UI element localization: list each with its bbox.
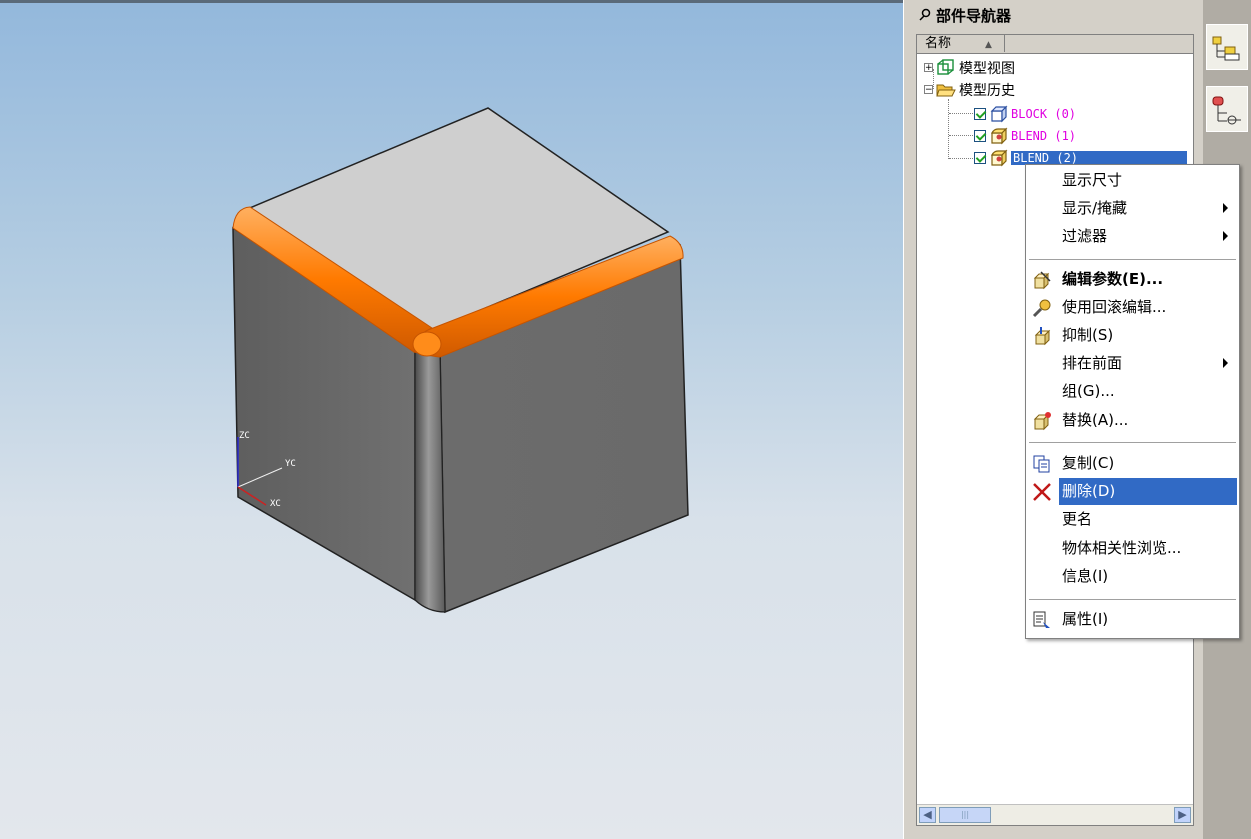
vertical-blend-edge[interactable]	[414, 344, 446, 613]
tree-node-model-views[interactable]: + 模型视图	[924, 57, 1015, 78]
menu-item-suppress[interactable]: 抑制(S)	[1029, 322, 1236, 349]
zc-axis-label: ZC	[239, 431, 250, 441]
rollback-edit-icon	[1032, 298, 1052, 318]
navigator-title-text: 部件导航器	[936, 6, 1012, 25]
menu-label: 复制(C)	[1062, 454, 1115, 472]
menu-item-properties[interactable]: 属性(I)	[1029, 606, 1236, 633]
yc-axis-label: YC	[285, 459, 296, 469]
delete-icon	[1032, 482, 1052, 502]
tree-label-model-history: 模型历史	[959, 82, 1015, 99]
menu-item-copy[interactable]: 复制(C)	[1029, 450, 1236, 477]
part-navigator-icon	[1212, 36, 1240, 61]
graphics-viewport[interactable]: ZC YC XC	[0, 0, 903, 839]
tree-line	[949, 158, 973, 159]
menu-label: 删除(D)	[1059, 478, 1237, 505]
tree-column-header: 名称 ▲	[917, 35, 1193, 54]
menu-label: 组(G)...	[1062, 382, 1115, 400]
tree-line	[949, 113, 973, 114]
menu-label: 属性(I)	[1062, 610, 1109, 628]
context-menu: 显示尺寸 显示/掩藏 过滤器 编辑参数(E)... 使用回滚编辑... 抑制(S…	[1025, 164, 1240, 639]
menu-item-edit-parameters[interactable]: 编辑参数(E)...	[1029, 266, 1236, 293]
tree-line	[948, 99, 949, 159]
menu-item-replace[interactable]: 替换(A)...	[1029, 407, 1236, 434]
feature-visible-checkbox[interactable]	[974, 129, 986, 142]
collapse-icon[interactable]: −	[924, 85, 933, 95]
menu-item-delete[interactable]: 删除(D)	[1029, 478, 1237, 505]
menu-item-show-hide[interactable]: 显示/掩藏	[1029, 195, 1236, 222]
sort-ascending-icon: ▲	[985, 40, 992, 50]
properties-icon	[1032, 610, 1052, 630]
part-navigator-tab[interactable]	[1206, 24, 1248, 70]
menu-separator	[1029, 599, 1236, 601]
menu-label: 抑制(S)	[1062, 326, 1114, 344]
edit-parameters-icon	[1032, 270, 1052, 290]
menu-label: 显示/掩藏	[1062, 199, 1128, 217]
tree-line	[949, 135, 973, 136]
assembly-navigator-icon	[1212, 96, 1241, 125]
menu-label: 物体相关性浏览...	[1062, 539, 1182, 557]
scroll-thumb[interactable]: |||	[939, 807, 991, 823]
menu-label: 排在前面	[1062, 354, 1123, 372]
feature-label: BLOCK (0)	[1011, 106, 1077, 121]
feature-visible-checkbox[interactable]	[974, 107, 986, 120]
tree-label-model-views: 模型视图	[959, 60, 1015, 77]
tree-node-feature[interactable]: BLEND (1)	[974, 125, 1076, 146]
feature-label: BLEND (1)	[1011, 128, 1077, 143]
submenu-arrow-icon	[1223, 358, 1228, 368]
submenu-arrow-icon	[1223, 231, 1228, 241]
menu-label: 编辑参数(E)...	[1062, 270, 1164, 288]
scroll-right-button[interactable]: ▶	[1174, 807, 1191, 823]
assembly-navigator-tab[interactable]	[1206, 86, 1248, 132]
name-column-header[interactable]: 名称 ▲	[919, 35, 1005, 52]
feature-label-selected: BLEND (2)	[1011, 150, 1187, 165]
xc-axis-label: XC	[270, 499, 281, 509]
navigator-title: 部件导航器	[918, 5, 1011, 25]
menu-item-rename[interactable]: 更名	[1029, 506, 1236, 533]
model-views-icon	[937, 58, 954, 75]
suppress-icon	[1032, 326, 1052, 346]
menu-item-object-dependency-browser[interactable]: 物体相关性浏览...	[1029, 535, 1236, 562]
blend-corner[interactable]	[412, 331, 442, 357]
menu-label: 使用回滚编辑...	[1062, 298, 1167, 316]
menu-label: 更名	[1062, 510, 1093, 528]
scroll-left-button[interactable]: ◀	[919, 807, 936, 823]
menu-label: 信息(I)	[1062, 567, 1109, 585]
name-column-label: 名称	[925, 36, 952, 51]
blend-feature-icon	[991, 127, 1008, 144]
part-model[interactable]	[0, 0, 903, 839]
menu-label: 过滤器	[1062, 227, 1108, 245]
block-feature-icon	[990, 105, 1008, 122]
horizontal-scrollbar[interactable]: ◀ ||| ▶	[917, 804, 1193, 825]
menu-separator	[1029, 442, 1236, 444]
menu-separator	[1029, 259, 1236, 261]
tree-node-feature[interactable]: BLOCK (0)	[974, 103, 1076, 124]
menu-label: 替换(A)...	[1062, 411, 1129, 429]
blend-feature-icon	[991, 149, 1008, 166]
menu-item-show-dimensions[interactable]: 显示尺寸	[1029, 167, 1236, 194]
menu-item-group[interactable]: 组(G)...	[1029, 378, 1236, 405]
pin-icon[interactable]	[918, 8, 932, 22]
copy-icon	[1032, 454, 1052, 474]
menu-item-information[interactable]: 信息(I)	[1029, 563, 1236, 590]
menu-item-rollback-edit[interactable]: 使用回滚编辑...	[1029, 294, 1236, 321]
menu-item-filter[interactable]: 过滤器	[1029, 223, 1236, 250]
expand-icon[interactable]: +	[924, 63, 933, 73]
submenu-arrow-icon	[1223, 203, 1228, 213]
feature-visible-checkbox[interactable]	[974, 151, 986, 164]
tree-node-model-history[interactable]: − 模型历史	[924, 79, 1015, 100]
menu-item-reorder-before[interactable]: 排在前面	[1029, 350, 1236, 377]
menu-label: 显示尺寸	[1062, 171, 1123, 189]
folder-open-icon	[936, 84, 956, 96]
replace-icon	[1032, 411, 1052, 431]
